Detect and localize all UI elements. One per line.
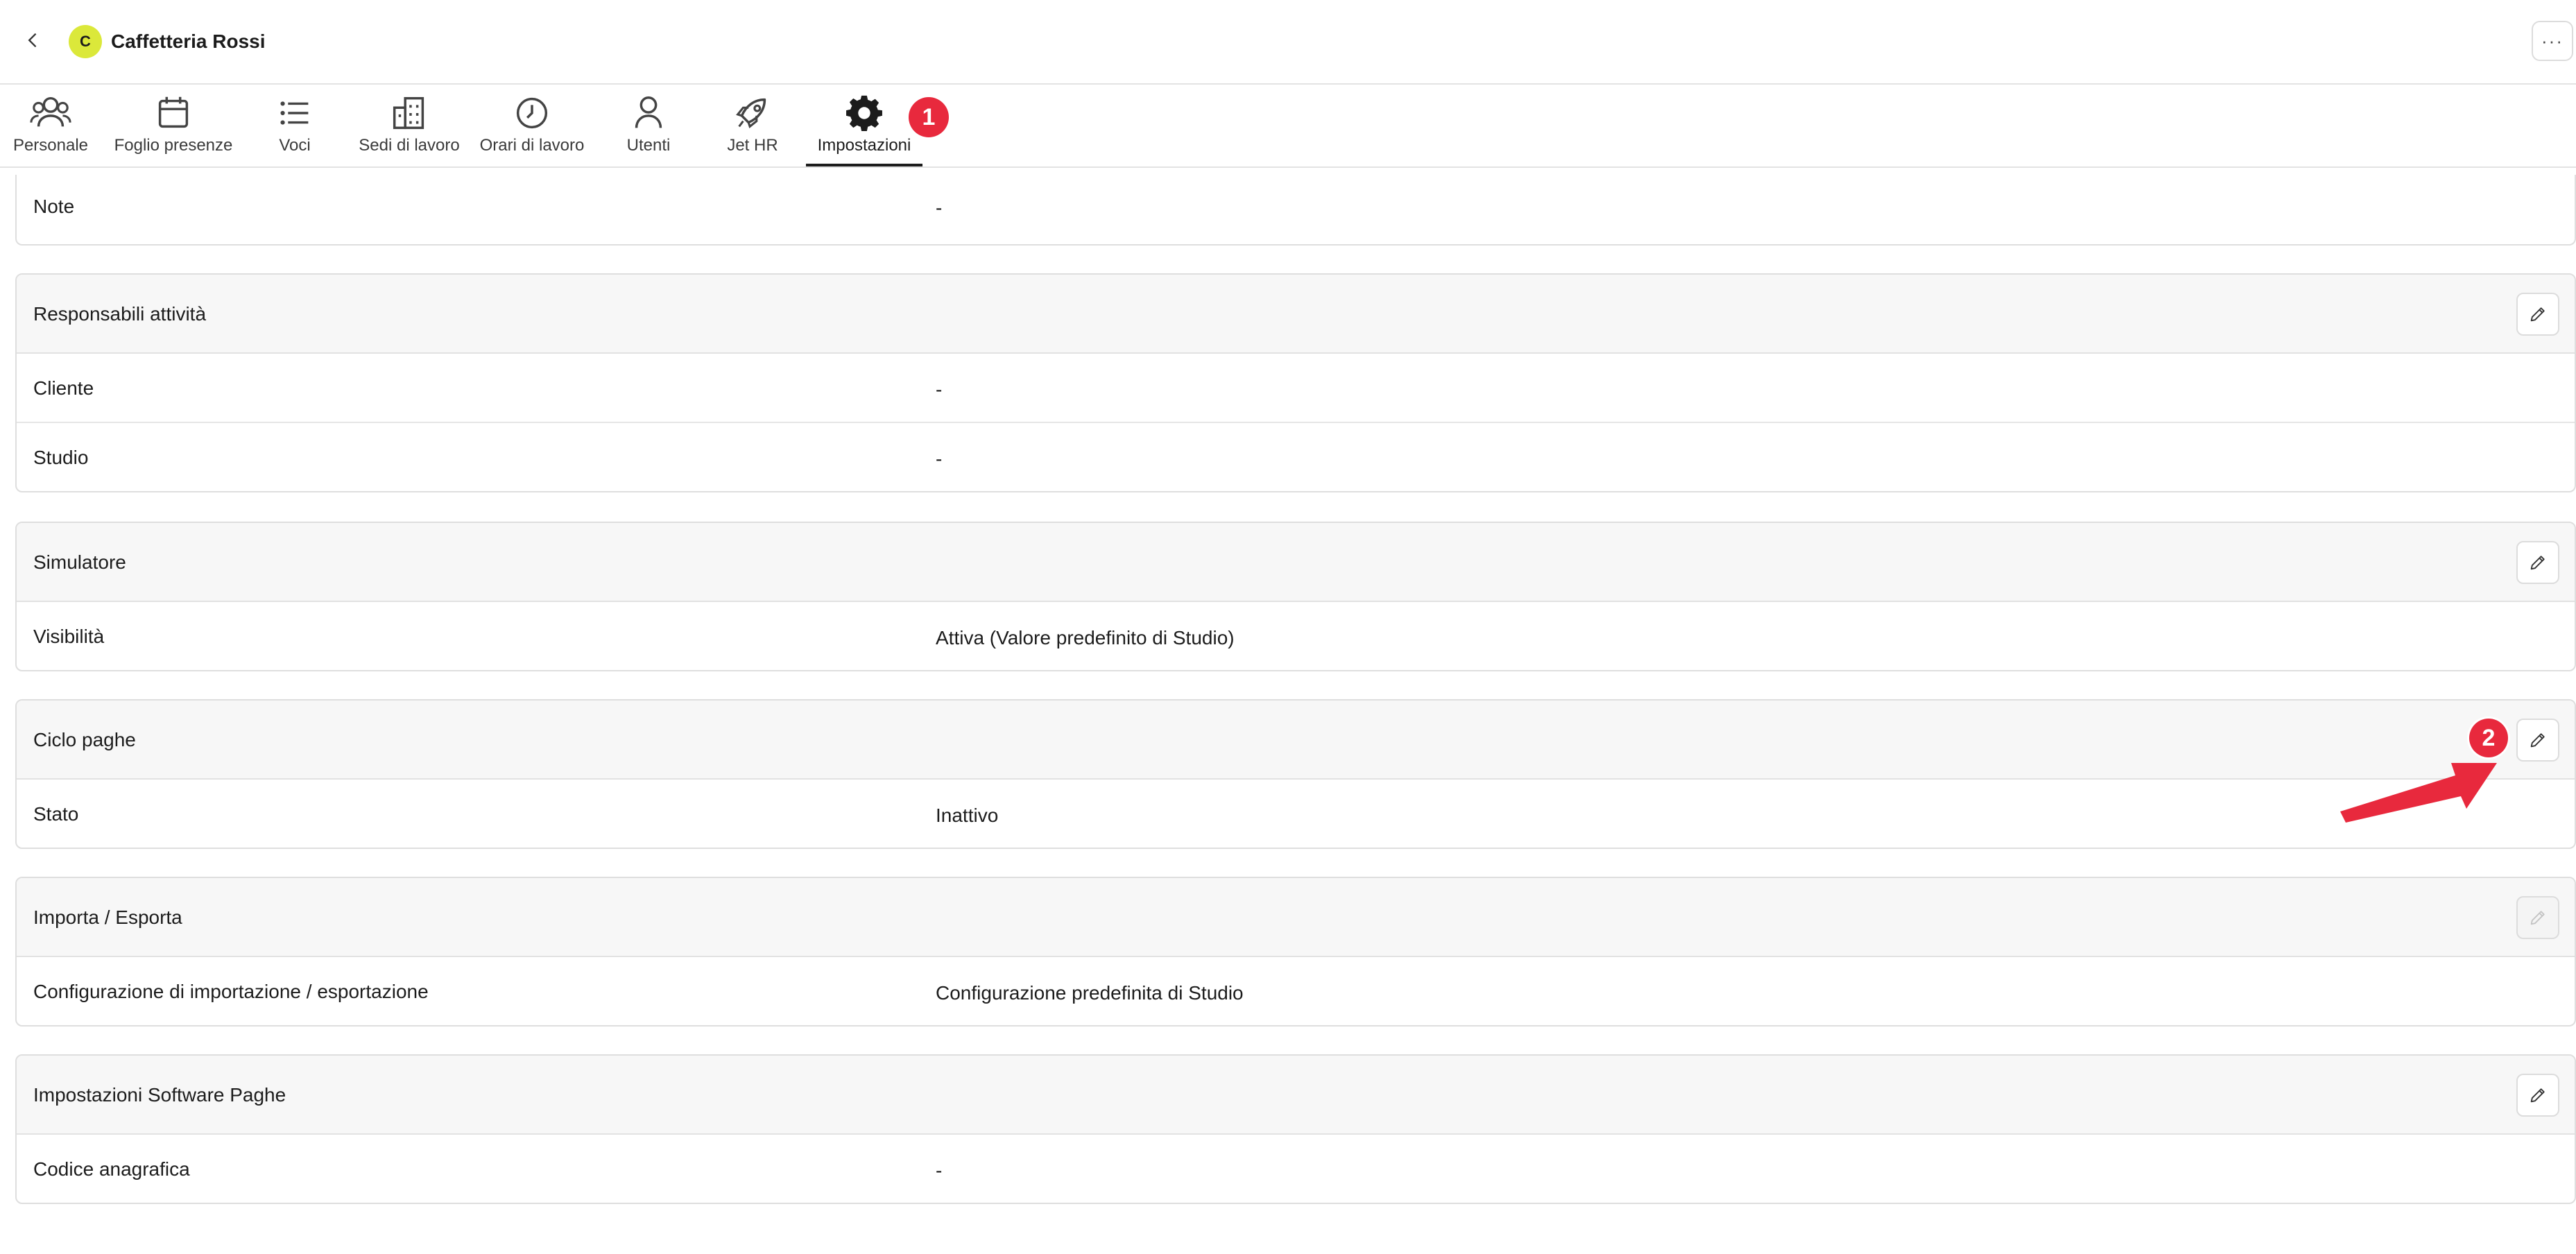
tab-label: Utenti bbox=[626, 136, 671, 155]
section-title: Impostazioni Software Paghe bbox=[33, 1084, 286, 1106]
app-header: C Caffetteria Rossi ··· bbox=[0, 0, 2576, 85]
tab-personale[interactable]: Personale bbox=[6, 85, 96, 166]
section-header: Importa / Esporta bbox=[17, 878, 2575, 957]
note-row: Note - bbox=[17, 175, 2575, 243]
note-section: Note - bbox=[15, 175, 2576, 246]
clock-icon bbox=[516, 97, 548, 129]
row-value: Attiva (Valore predefinito di Studio) bbox=[936, 627, 1235, 649]
row-value: - bbox=[936, 448, 943, 470]
tab-label: Jet HR bbox=[727, 136, 778, 155]
edit-button[interactable] bbox=[2516, 293, 2559, 336]
cliente-row: Cliente - bbox=[17, 354, 2575, 423]
simulatore-section: Simulatore Visibilità Attiva (Valore pre… bbox=[15, 522, 2576, 671]
section-header: Responsabili attività bbox=[17, 275, 2575, 354]
people-icon bbox=[30, 96, 71, 127]
pencil-icon bbox=[2530, 911, 2545, 925]
chevron-left-icon bbox=[28, 33, 37, 48]
tab-bar: Personale Foglio presenze Voci Sedi di l… bbox=[0, 85, 2576, 168]
company-avatar: C bbox=[69, 25, 102, 58]
software-paghe-section: Impostazioni Software Paghe Codice anagr… bbox=[15, 1054, 2576, 1204]
responsabili-section: Responsabili attività Cliente - Studio - bbox=[15, 273, 2576, 492]
gear-icon bbox=[846, 95, 882, 131]
stato-row: Stato Inattivo bbox=[17, 780, 2575, 848]
section-title: Ciclo paghe bbox=[33, 729, 136, 750]
rocket-icon bbox=[736, 98, 766, 128]
tab-voci[interactable]: Voci bbox=[260, 85, 329, 166]
tab-foglio-presenze[interactable]: Foglio presenze bbox=[104, 85, 243, 166]
section-header: Ciclo paghe bbox=[17, 701, 2575, 780]
company-name: Caffetteria Rossi bbox=[111, 31, 266, 52]
list-icon bbox=[280, 101, 309, 125]
configurazione-row: Configurazione di importazione / esporta… bbox=[17, 957, 2575, 1025]
tab-orari-di-lavoro[interactable]: Orari di lavoro bbox=[476, 85, 588, 166]
building-icon bbox=[393, 96, 424, 130]
pencil-icon bbox=[2530, 733, 2545, 748]
row-value: Inattivo bbox=[936, 805, 999, 826]
section-header: Simulatore bbox=[17, 523, 2575, 602]
tab-sedi-di-lavoro[interactable]: Sedi di lavoro bbox=[354, 85, 465, 166]
back-button[interactable] bbox=[19, 26, 47, 54]
row-label: Visibilità bbox=[33, 626, 105, 647]
row-value: - bbox=[936, 1160, 943, 1181]
row-label: Configurazione di importazione / esporta… bbox=[33, 981, 429, 1002]
tab-impostazioni[interactable]: Impostazioni bbox=[806, 85, 922, 166]
row-value: - bbox=[936, 379, 943, 400]
edit-button[interactable] bbox=[2516, 719, 2559, 762]
edit-button[interactable] bbox=[2516, 541, 2559, 584]
tab-utenti[interactable]: Utenti bbox=[610, 85, 687, 166]
annotation-arrow-icon bbox=[2340, 763, 2497, 823]
edit-button-disabled bbox=[2516, 896, 2559, 939]
row-label: Cliente bbox=[33, 377, 94, 399]
section-title: Responsabili attività bbox=[33, 303, 207, 325]
tab-label: Impostazioni bbox=[817, 136, 911, 155]
tab-label: Personale bbox=[12, 136, 89, 155]
tab-label: Sedi di lavoro bbox=[359, 136, 460, 155]
section-header: Impostazioni Software Paghe bbox=[17, 1056, 2575, 1135]
calendar-icon bbox=[158, 96, 189, 128]
row-value: - bbox=[936, 197, 943, 218]
ciclo-paghe-section: Ciclo paghe Stato Inattivo bbox=[15, 699, 2576, 849]
more-options-button[interactable]: ··· bbox=[2532, 21, 2573, 61]
tab-jet-hr[interactable]: Jet HR bbox=[718, 85, 787, 166]
row-value: Configurazione predefinita di Studio bbox=[936, 982, 1244, 1004]
studio-row: Studio - bbox=[17, 423, 2575, 491]
step-badge-1: 1 bbox=[909, 97, 949, 137]
pencil-icon bbox=[2530, 1088, 2545, 1103]
visibilita-row: Visibilità Attiva (Valore predefinito di… bbox=[17, 602, 2575, 670]
importa-esporta-section: Importa / Esporta Configurazione di impo… bbox=[15, 877, 2576, 1027]
section-title: Simulatore bbox=[33, 551, 126, 573]
codice-anagrafica-row: Codice anagrafica - bbox=[17, 1135, 2575, 1203]
pencil-icon bbox=[2530, 307, 2545, 322]
tab-label: Orari di lavoro bbox=[479, 136, 585, 155]
tab-label: Voci bbox=[279, 136, 311, 155]
pencil-icon bbox=[2530, 556, 2545, 570]
user-icon bbox=[635, 96, 662, 128]
edit-button[interactable] bbox=[2516, 1074, 2559, 1117]
row-label: Studio bbox=[33, 447, 89, 468]
row-label: Codice anagrafica bbox=[33, 1158, 190, 1180]
section-title: Importa / Esporta bbox=[33, 907, 182, 928]
tab-label: Foglio presenze bbox=[114, 136, 233, 155]
row-label: Stato bbox=[33, 803, 79, 825]
row-label: Note bbox=[33, 196, 75, 217]
